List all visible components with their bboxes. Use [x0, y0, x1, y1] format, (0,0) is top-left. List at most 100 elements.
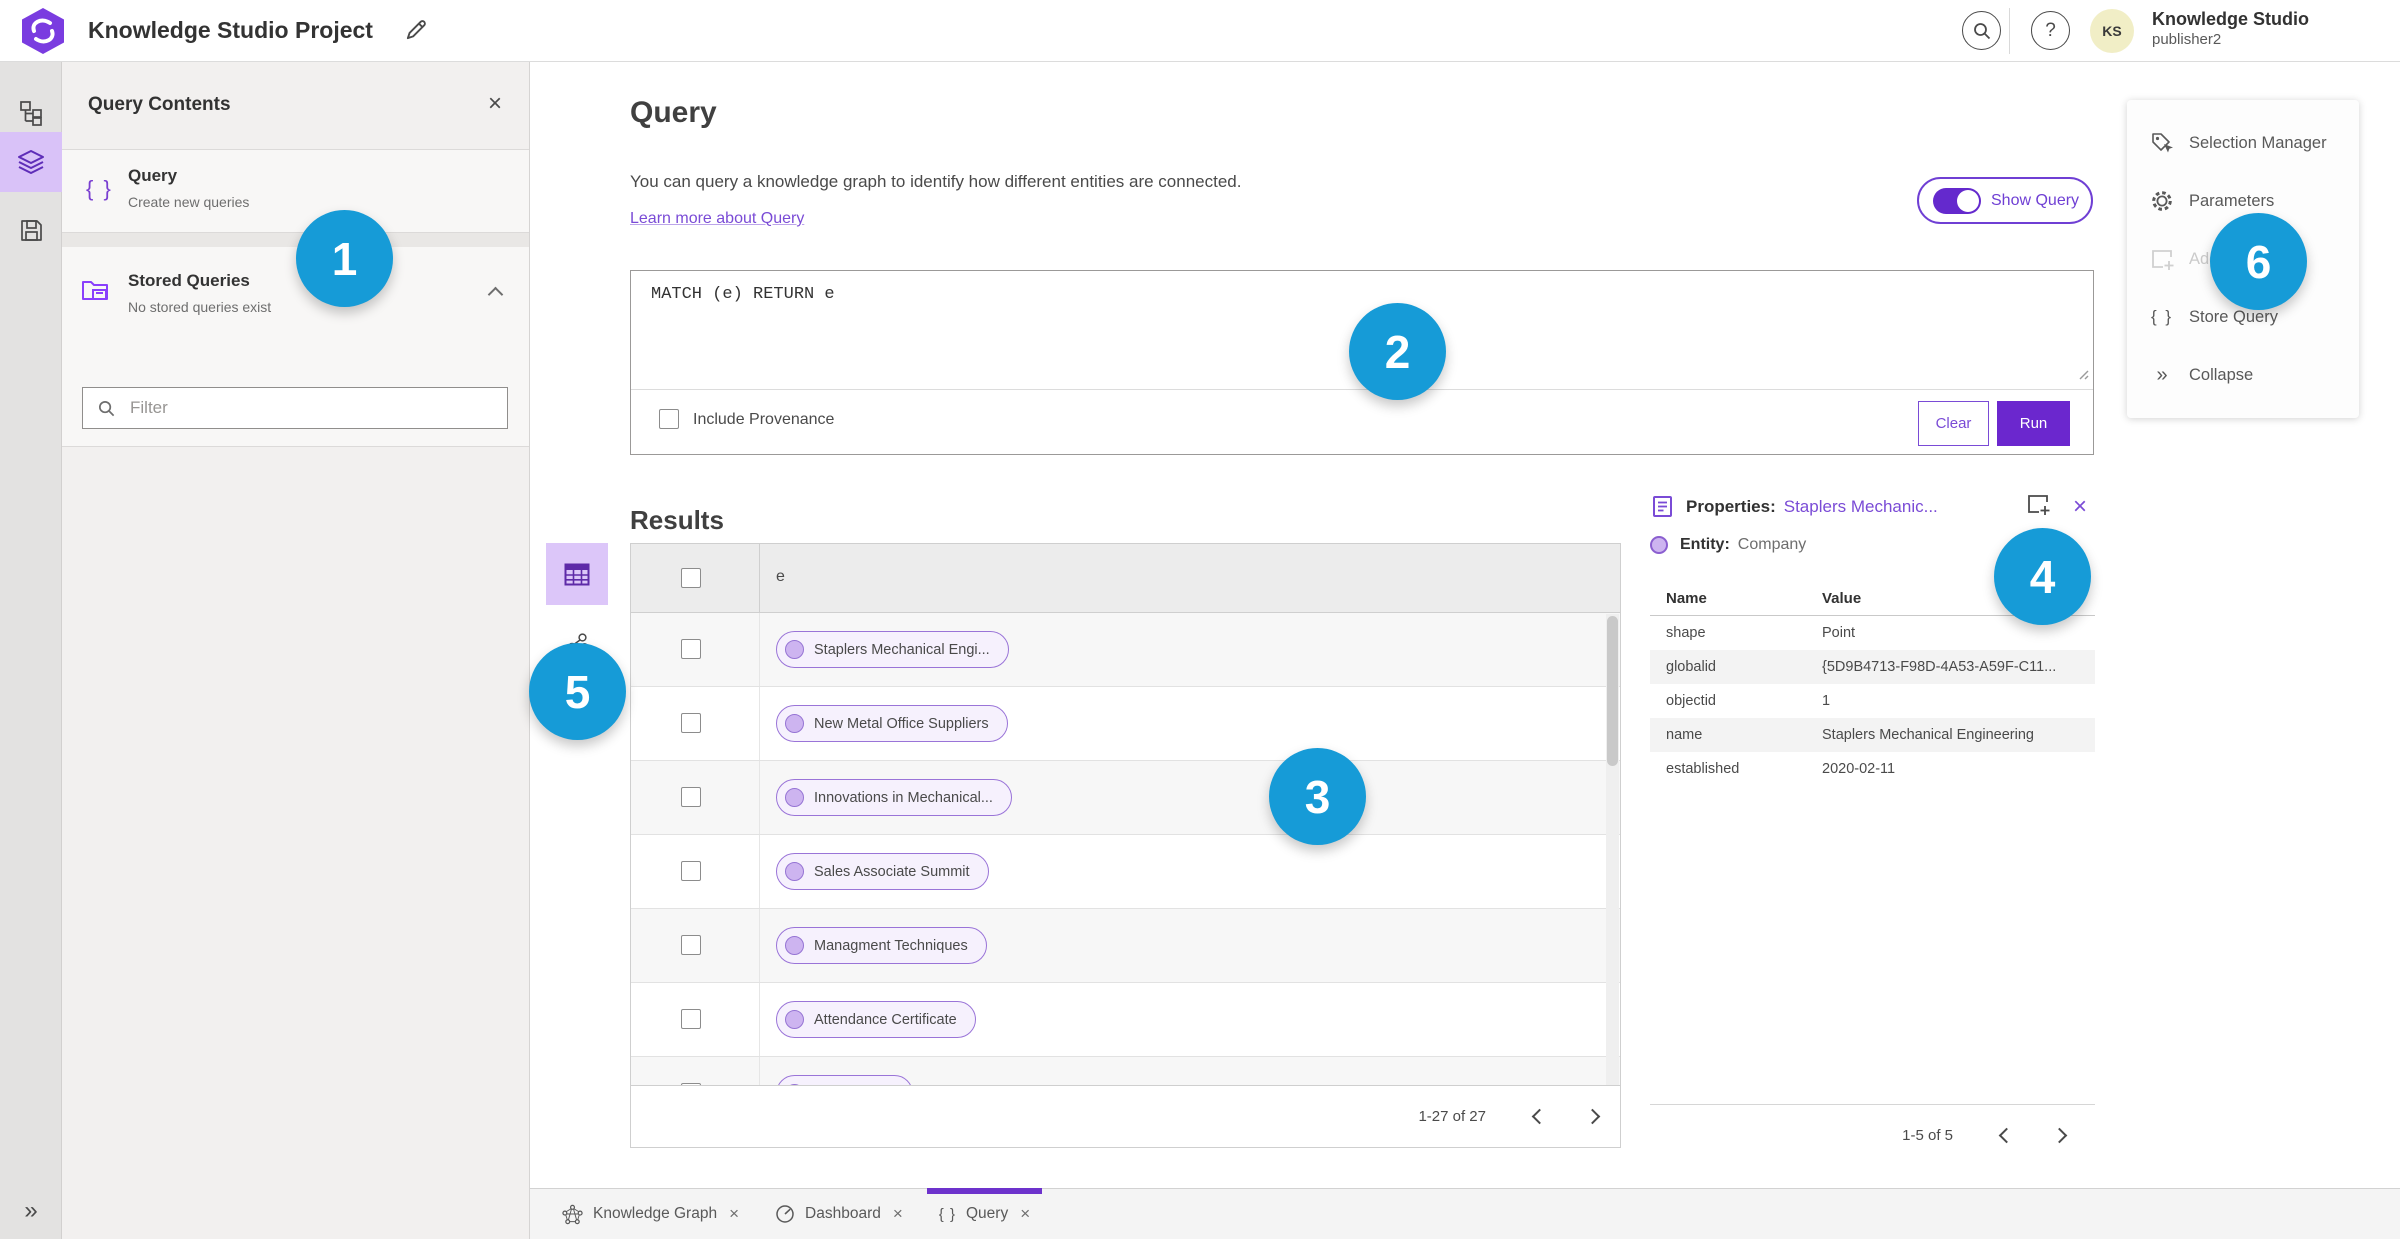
row-checkbox[interactable] [681, 713, 701, 733]
panel-title: Query Contents [88, 94, 231, 115]
panel-gap [62, 233, 529, 247]
page-title: Knowledge Studio Project [88, 17, 373, 43]
entity-dot-icon [785, 788, 804, 807]
entity-chip[interactable]: New Metal Office Suppliers [776, 705, 1008, 742]
top-header: Knowledge Studio Project ? KS Knowledge … [0, 0, 2400, 62]
entity-chip[interactable]: Staplers Mechanical Engi... [776, 631, 1009, 668]
next-page-icon[interactable] [1584, 1108, 1601, 1125]
filter-field[interactable] [82, 387, 508, 429]
row-checkbox[interactable] [681, 639, 701, 659]
row-checkbox[interactable] [681, 935, 701, 955]
layers-icon[interactable] [0, 132, 62, 192]
close-tab-icon[interactable]: × [729, 1204, 739, 1224]
properties-label: Properties: [1686, 497, 1776, 516]
collapse-section-icon[interactable] [487, 286, 504, 303]
row-checkbox[interactable] [681, 1009, 701, 1029]
clear-button[interactable]: Clear [1918, 401, 1989, 446]
previous-page-icon[interactable] [1998, 1127, 2015, 1144]
stored-queries-subtitle: No stored queries exist [128, 299, 272, 315]
expand-rail-icon[interactable]: » [0, 1197, 62, 1225]
next-page-icon[interactable] [2051, 1127, 2068, 1144]
search-icon [98, 400, 115, 416]
run-button[interactable]: Run [1997, 401, 2070, 446]
save-icon[interactable] [0, 200, 62, 260]
entity-label: Entity: [1680, 536, 1730, 553]
properties-doc-icon [1653, 496, 1672, 517]
user-avatar[interactable]: KS [2090, 9, 2134, 53]
close-tab-icon[interactable]: × [1020, 1204, 1030, 1224]
table-view-button[interactable] [546, 543, 608, 605]
entity-dot-icon [785, 640, 804, 659]
close-panel-icon[interactable]: × [479, 88, 511, 120]
search-button[interactable] [1962, 11, 2001, 50]
add-to-new-icon[interactable] [2026, 493, 2051, 521]
row-checkbox[interactable] [681, 861, 701, 881]
row-checkbox[interactable] [681, 787, 701, 807]
column-divider [759, 544, 760, 612]
properties-header: Properties: Staplers Mechanic... × [1650, 490, 2095, 524]
bottom-tab-bar: Knowledge Graph × Dashboard × { } Query … [530, 1187, 2400, 1239]
table-row: Staplers Mechanical Engi... [631, 613, 1620, 687]
scrollbar-thumb[interactable] [1607, 616, 1618, 766]
user-info[interactable]: Knowledge Studio publisher2 [2152, 8, 2309, 49]
select-all-checkbox[interactable] [681, 568, 701, 588]
entity-chip[interactable]: Attendance Certificate [776, 1001, 976, 1038]
selection-manager-icon [2149, 131, 2175, 156]
results-title: Results [630, 505, 724, 535]
entity-chip[interactable]: Managment Techniques [776, 927, 987, 964]
previous-page-icon[interactable] [1531, 1108, 1548, 1125]
include-provenance-label: Include Provenance [693, 411, 835, 428]
braces-icon: { } [86, 176, 113, 201]
entity-dot-icon [785, 862, 804, 881]
dashboard-gauge-icon [776, 1205, 794, 1223]
learn-more-link[interactable]: Learn more about Query [630, 210, 804, 228]
table-row: Innovations in Mechanical... [631, 761, 1620, 835]
close-properties-icon[interactable]: × [2073, 493, 2087, 521]
property-row: name Staplers Mechanical Engineering [1650, 718, 2095, 752]
results-table-header: e [631, 544, 1620, 613]
results-pagination: 1-27 of 27 [631, 1085, 1620, 1147]
tab-query[interactable]: { } Query × [921, 1187, 1048, 1239]
filter-input[interactable] [130, 398, 507, 418]
table-row: Attendance Certificate [631, 983, 1620, 1057]
query-item-subtitle: Create new queries [128, 194, 250, 210]
app-logo-icon[interactable] [20, 7, 66, 55]
edit-title-icon[interactable] [402, 16, 432, 46]
show-query-toggle[interactable]: Show Query [1917, 177, 2093, 224]
property-row: objectid 1 [1666, 693, 1831, 709]
properties-entity-link[interactable]: Staplers Mechanic... [1784, 497, 1938, 517]
table-row: New Metal Office Suppliers [631, 687, 1620, 761]
gear-icon [2149, 189, 2175, 213]
entity-dot-icon [785, 936, 804, 955]
table-scrollbar[interactable] [1606, 614, 1619, 1085]
add-to-new-icon [2149, 248, 2175, 271]
query-text: MATCH (e) RETURN e [651, 285, 835, 304]
query-list-item[interactable]: { } Query Create new queries [62, 150, 529, 233]
menu-item-selection-manager[interactable]: Selection Manager [2127, 114, 2359, 172]
help-button[interactable]: ? [2031, 11, 2070, 50]
user-name: Knowledge Studio [2152, 9, 2309, 29]
results-table-body: Staplers Mechanical Engi... New Metal Of… [631, 613, 1620, 1086]
toggle-switch[interactable] [1933, 187, 1981, 214]
stored-queries-title: Stored Queries [128, 271, 250, 290]
tab-dashboard[interactable]: Dashboard × [757, 1189, 921, 1239]
show-query-label: Show Query [1991, 191, 2080, 209]
entity-chip[interactable]: Innovations in Mechanical... [776, 779, 1012, 816]
entity-value: Company [1737, 536, 1807, 553]
table-row: Firebird Title [631, 1057, 1620, 1086]
annotation-callout-6: 6 [2210, 213, 2307, 310]
properties-page-range: 1-5 of 5 [1902, 1127, 1953, 1144]
property-row: globalid {5D9B4713-F98D-4A53-A59F-C11... [1650, 650, 2095, 684]
include-provenance-checkbox[interactable] [659, 409, 679, 429]
query-item-title: Query [128, 166, 178, 185]
menu-item-collapse[interactable]: » Collapse [2127, 346, 2359, 404]
tab-knowledge-graph[interactable]: Knowledge Graph × [544, 1189, 757, 1239]
header-divider [2009, 8, 2010, 54]
close-tab-icon[interactable]: × [893, 1204, 903, 1224]
entity-chip[interactable]: Sales Associate Summit [776, 853, 989, 890]
table-row: Managment Techniques [631, 909, 1620, 983]
resize-grip-icon[interactable] [2078, 367, 2089, 385]
properties-pagination: 1-5 of 5 [1650, 1104, 2095, 1166]
annotation-callout-2: 2 [1349, 303, 1446, 400]
stored-queries-folder-icon [80, 273, 112, 310]
